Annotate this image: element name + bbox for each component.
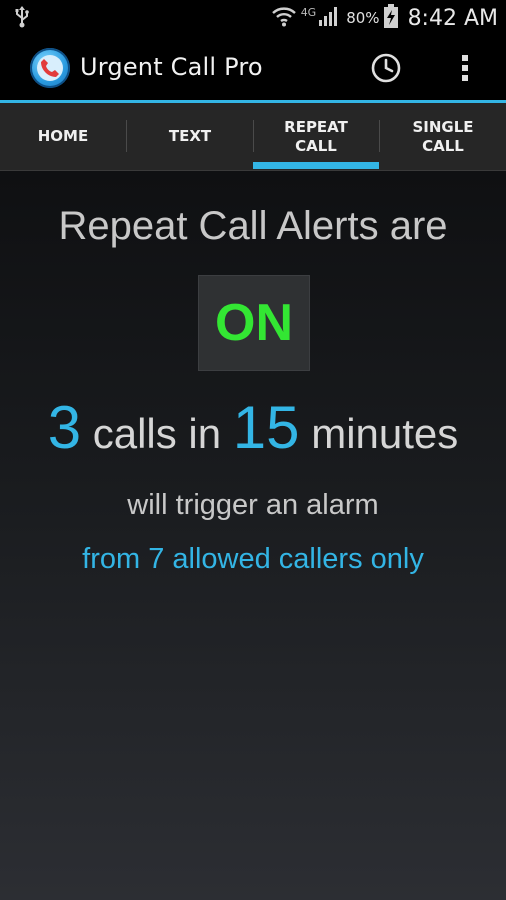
tab-text[interactable]: TEXT (127, 103, 253, 170)
allowed-callers-link[interactable]: from 7 allowed callers only (0, 543, 506, 576)
tab-single-call-label: SINGLE CALL (412, 117, 474, 155)
minutes-text: minutes (299, 410, 459, 457)
network-type-label: 4G (300, 5, 317, 19)
repeat-call-panel: Repeat Call Alerts are ON 3 calls in 15 … (0, 171, 506, 900)
headline: Repeat Call Alerts are (58, 204, 448, 248)
tab-single-call[interactable]: SINGLE CALL (380, 103, 506, 170)
calls-in-text: calls in (81, 410, 233, 457)
usb-icon (14, 6, 30, 32)
rule-summary[interactable]: 3 calls in 15 minutes (0, 393, 506, 462)
signal-icon (318, 5, 340, 31)
selected-tab-indicator (253, 162, 379, 169)
battery-percent: 80% (346, 9, 380, 27)
alert-status-label: ON (215, 294, 293, 352)
calls-count: 3 (47, 394, 82, 461)
status-clock: 8:42 AM (407, 5, 498, 31)
alert-status-toggle[interactable]: ON (198, 275, 310, 371)
app-title: Urgent Call Pro (80, 53, 263, 81)
tab-home-label: HOME (37, 127, 89, 145)
tab-home[interactable]: HOME (0, 103, 126, 170)
tab-repeat-call-label: REPEAT CALL (284, 117, 348, 155)
phone-app-icon[interactable] (30, 48, 70, 88)
status-bar: 4G 80% 8:42 AM (0, 0, 506, 36)
trigger-text: will trigger an alarm (127, 489, 379, 521)
tab-bar: HOME TEXT REPEAT CALL SINGLE CALL (0, 103, 506, 171)
tab-repeat-call[interactable]: REPEAT CALL (253, 103, 379, 170)
overflow-menu-icon[interactable] (450, 50, 480, 86)
tab-text-label: TEXT (168, 127, 212, 145)
history-icon[interactable] (368, 50, 408, 86)
wifi-icon (271, 5, 297, 31)
battery-charging-icon (383, 4, 398, 32)
minutes-count: 15 (232, 394, 300, 461)
action-bar: Urgent Call Pro (0, 36, 506, 103)
